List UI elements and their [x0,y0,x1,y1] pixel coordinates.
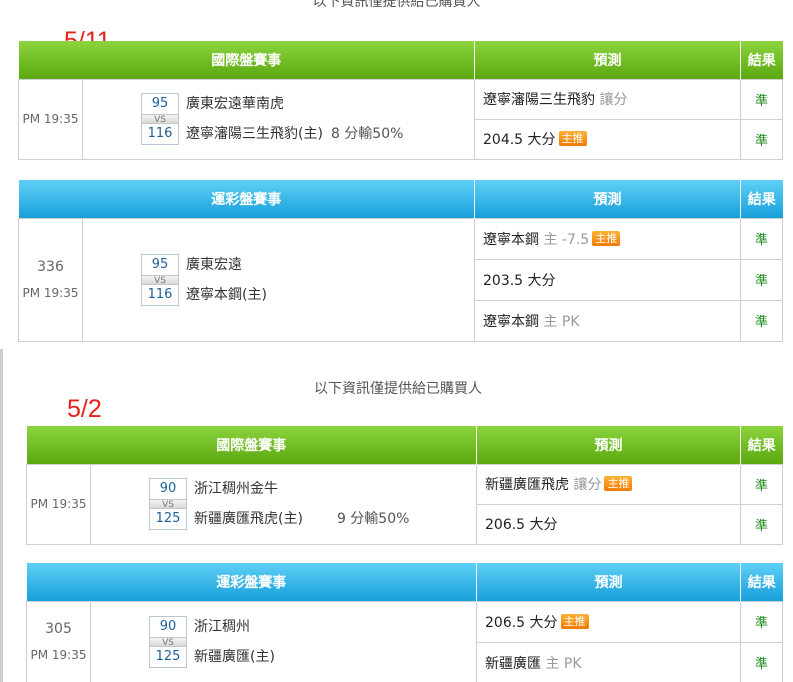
top-pick-badge: 主推 [592,230,621,246]
result-cell: 準 [740,217,783,260]
table-header: 運彩盤賽事 預測 結果 [26,563,783,601]
vs-label: VS [142,114,178,125]
result-cell: 準 [740,78,783,120]
home-score: 95 [142,254,178,275]
top-pick-badge: 主推 [558,131,587,146]
header-result: 結果 [740,41,783,79]
prediction-cell: 新疆廣匯飛虎 讓分 主推 [476,463,741,505]
home-score: 95 [142,94,178,114]
prediction-cell: 遼寧本鋼 主 PK [474,299,741,342]
result-cell: 準 [740,641,783,682]
match-time: PM 19:35 [18,78,83,160]
prediction-cell: 遼寧本鋼 主 -7.5 主推 [474,217,741,260]
away-score: 125 [150,509,186,529]
header-result: 結果 [740,426,783,464]
handicap-note: 9 分輸50% [336,511,410,527]
home-score: 90 [150,479,186,499]
buyer-notice: 以下資訊僅提供給已購買人 [314,381,482,397]
header-prediction: 預測 [474,180,741,218]
home-team: 浙江稠州金牛 [194,481,278,497]
prediction-cell: 206.5 大分 [476,503,741,545]
header-match: 運彩盤賽事 [26,563,477,601]
match-info: 90 VS 125 浙江稠州 新疆廣匯(主) [90,600,477,682]
score-box: 90 VS 125 [149,616,187,668]
table-row: PM 19:35 95 VS 116 廣東宏遠華南虎 遼寧瀋陽三生飛豹(主) 8 … [18,78,783,160]
header-result: 結果 [740,563,783,601]
header-prediction: 預測 [476,563,741,601]
lottery-odds-table: 運彩盤賽事 預測 結果 305 PM 19:35 90 VS 125 浙江稠州 [26,563,783,682]
result-cell: 準 [740,503,783,545]
header-prediction: 預測 [474,41,741,79]
prediction-cell: 新疆廣匯 主 PK [476,641,741,682]
top-pick-badge: 主推 [560,613,589,629]
away-team: 新疆廣匯(主) [194,649,275,665]
result-cell: 準 [740,463,783,505]
away-score: 116 [142,124,178,144]
score-box: 95 VS 116 [141,253,179,306]
vs-label: VS [142,274,178,286]
home-team: 浙江稠州 [194,619,250,635]
prediction-cell: 204.5 大分 主推 [474,118,741,160]
table-header: 運彩盤賽事 預測 結果 [18,180,783,218]
lottery-odds-table: 運彩盤賽事 預測 結果 336 PM 19:35 95 VS 116 廣東宏遠 [18,180,783,342]
date-label: 5/2 [67,395,102,423]
home-score: 90 [150,617,186,637]
match-time: 305 PM 19:35 [26,600,91,682]
table-row: 305 PM 19:35 90 VS 125 浙江稠州 新疆廣匯(主) 206.… [26,600,783,682]
result-cell: 準 [740,258,783,301]
table-header: 國際盤賽事 預測 結果 [18,41,783,79]
header-match: 運彩盤賽事 [18,180,475,218]
intl-odds-table: 國際盤賽事 預測 結果 PM 19:35 90 VS 125 浙江稠州金牛 新疆… [26,426,783,545]
header-match: 國際盤賽事 [18,41,475,79]
header-result: 結果 [740,180,783,218]
score-box: 95 VS 116 [141,93,179,145]
handicap-note: 8 分輸50% [330,126,404,142]
prediction-cell: 203.5 大分 [474,258,741,301]
vs-label: VS [150,499,186,510]
vs-label: VS [150,637,186,648]
away-score: 125 [150,647,186,667]
header-prediction: 預測 [476,426,741,464]
intl-odds-table: 國際盤賽事 預測 結果 PM 19:35 95 VS 116 廣東宏遠華南虎 遼… [18,41,783,160]
result-cell: 準 [740,118,783,160]
match-code: 336 [37,258,64,275]
prediction-panel-0511: 以下資訊僅提供給已購買人 5/11 國際盤賽事 預測 結果 PM 19:35 9… [0,0,793,345]
result-cell: 準 [740,299,783,342]
home-team: 廣東宏遠華南虎 [186,96,284,112]
match-info: 95 VS 116 廣東宏遠 遼寧本鋼(主) [82,217,475,342]
away-team: 遼寧本鋼(主) [186,286,267,303]
away-score: 116 [142,284,178,305]
away-team: 遼寧瀋陽三生飛豹(主) [186,126,323,142]
table-row: 336 PM 19:35 95 VS 116 廣東宏遠 遼寧本鋼(主) 遼寧本鋼… [18,217,783,342]
home-team: 廣東宏遠 [186,256,242,273]
table-header: 國際盤賽事 預測 結果 [26,426,783,464]
score-box: 90 VS 125 [149,478,187,530]
away-team: 新疆廣匯飛虎(主) [194,511,303,527]
buyer-notice: 以下資訊僅提供給已購買人 [312,0,481,10]
match-time: PM 19:35 [26,463,91,545]
table-row: PM 19:35 90 VS 125 浙江稠州金牛 新疆廣匯飛虎(主) 9 分輸5… [26,463,783,545]
top-pick-badge: 主推 [604,476,633,491]
result-cell: 準 [740,600,783,643]
match-info: 90 VS 125 浙江稠州金牛 新疆廣匯飛虎(主) 9 分輸50% [90,463,477,545]
match-time: 336 PM 19:35 [18,217,83,342]
prediction-cell: 206.5 大分 主推 [476,600,741,643]
prediction-cell: 遼寧瀋陽三生飛豹 讓分 [474,78,741,120]
header-match: 國際盤賽事 [26,426,477,464]
match-code: 305 [45,621,72,637]
match-info: 95 VS 116 廣東宏遠華南虎 遼寧瀋陽三生飛豹(主) 8 分輸50% [82,78,475,160]
prediction-panel-0502: 以下資訊僅提供給已購買人 5/2 國際盤賽事 預測 結果 PM 19:35 90… [0,349,793,682]
